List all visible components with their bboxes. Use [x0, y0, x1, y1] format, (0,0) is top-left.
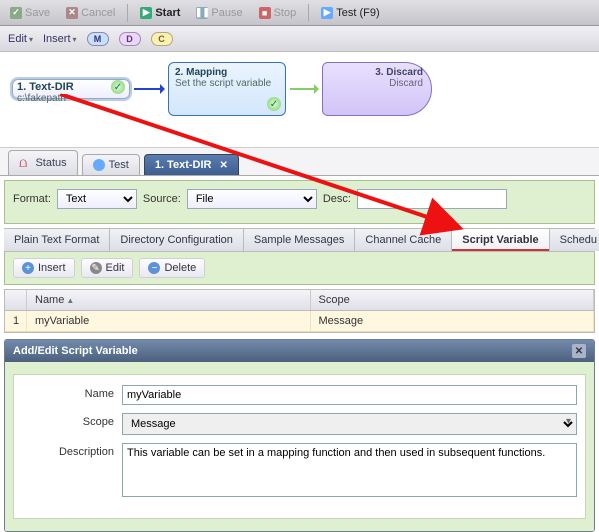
table-row[interactable]: 1 myVariable Message — [5, 311, 594, 332]
tab-text-dir[interactable]: 1. Text-DIR✕ — [144, 154, 239, 175]
tab-plain-text[interactable]: Plain Text Format — [4, 229, 110, 251]
play-icon: ▶ — [140, 7, 152, 19]
edit-button[interactable]: ✎Edit — [81, 258, 134, 278]
tab-channel-cache[interactable]: Channel Cache — [355, 229, 452, 251]
cell-scope: Message — [311, 311, 595, 331]
flow-canvas: 1. Text-DIR c:\fakepath ✓ 2. Mapping Set… — [0, 52, 599, 148]
node-subtitle: Discard — [331, 78, 423, 89]
node-subtitle: Set the script variable — [175, 78, 279, 89]
pause-icon: ❚❚ — [196, 7, 208, 19]
stop-icon: ■ — [259, 7, 271, 19]
sub-tabs: Plain Text Format Directory Configuratio… — [4, 228, 595, 252]
tab-status[interactable]: ⩍Status — [8, 150, 78, 175]
test-icon: ▶ — [321, 7, 333, 19]
cancel-button[interactable]: ✕Cancel — [60, 5, 121, 21]
close-icon[interactable]: ✕ — [572, 344, 586, 358]
desc-label: Desc: — [323, 193, 351, 205]
circle-icon — [93, 159, 105, 171]
dialog-titlebar[interactable]: Add/Edit Script Variable ✕ — [5, 340, 594, 362]
stop-button[interactable]: ■Stop — [253, 5, 303, 21]
tab-script-variable[interactable]: Script Variable — [452, 229, 549, 251]
tab-test[interactable]: Test — [82, 154, 140, 175]
name-label: Name — [22, 385, 122, 400]
source-select[interactable]: File — [187, 189, 317, 209]
pulse-icon: ⩍ — [19, 155, 27, 171]
pencil-icon: ✎ — [90, 262, 102, 274]
pill-m[interactable]: M — [87, 32, 109, 46]
scope-select[interactable]: Message — [122, 413, 577, 435]
plus-icon: + — [22, 262, 34, 274]
tab-sample-messages[interactable]: Sample Messages — [244, 229, 356, 251]
sort-asc-icon: ▲ — [66, 296, 74, 305]
close-icon[interactable]: ✕ — [219, 160, 227, 171]
test-button[interactable]: ▶Test (F9) — [315, 5, 385, 21]
node-subtitle: c:\fakepath — [17, 93, 125, 104]
edit-toolbar: Edit▾ Insert▾ M D C — [0, 26, 599, 52]
insert-menu[interactable]: Insert▾ — [43, 33, 77, 45]
node-title: 2. Mapping — [175, 67, 279, 78]
cell-name: myVariable — [27, 311, 311, 331]
check-icon: ✓ — [267, 97, 281, 111]
node-title: 1. Text-DIR — [17, 81, 125, 93]
delete-button[interactable]: −Delete — [139, 258, 205, 278]
arrow-icon — [134, 88, 164, 90]
start-button[interactable]: ▶Start — [134, 5, 186, 21]
scope-label: Scope — [22, 413, 122, 428]
pause-button[interactable]: ❚❚Pause — [190, 5, 248, 21]
minus-icon: − — [148, 262, 160, 274]
cancel-icon: ✕ — [66, 7, 78, 19]
config-panel: Format: Text Source: File Desc: — [4, 180, 595, 224]
name-input[interactable] — [122, 385, 577, 405]
node-mapping[interactable]: 2. Mapping Set the script variable ✓ — [168, 62, 286, 116]
description-textarea[interactable] — [122, 443, 577, 497]
node-discard[interactable]: 3. Discard Discard — [322, 62, 432, 116]
node-text-dir[interactable]: 1. Text-DIR c:\fakepath ✓ — [12, 79, 130, 99]
tab-schedule[interactable]: Schedu — [550, 229, 599, 251]
save-icon: ✓ — [10, 7, 22, 19]
col-scope[interactable]: Scope — [311, 290, 595, 310]
variables-grid: Name▲ Scope 1 myVariable Message — [4, 289, 595, 333]
grid-toolbar: +Insert ✎Edit −Delete — [4, 252, 595, 285]
dialog-title: Add/Edit Script Variable — [13, 345, 138, 357]
save-button[interactable]: ✓Save — [4, 5, 56, 21]
pill-d[interactable]: D — [119, 32, 141, 46]
pill-c[interactable]: C — [151, 32, 173, 46]
node-title: 3. Discard — [331, 67, 423, 78]
view-tabs: ⩍Status Test 1. Text-DIR✕ — [0, 148, 599, 176]
source-label: Source: — [143, 193, 181, 205]
add-edit-dialog: Add/Edit Script Variable ✕ Name Scope Me… — [4, 339, 595, 532]
col-rownum[interactable] — [5, 290, 27, 310]
main-toolbar: ✓Save ✕Cancel ▶Start ❚❚Pause ■Stop ▶Test… — [0, 0, 599, 26]
tab-directory-config[interactable]: Directory Configuration — [110, 229, 244, 251]
description-label: Description — [22, 443, 122, 458]
desc-input[interactable] — [357, 189, 507, 209]
arrow-icon — [290, 88, 318, 90]
format-select[interactable]: Text — [57, 189, 137, 209]
row-number: 1 — [5, 311, 27, 331]
col-name[interactable]: Name▲ — [27, 290, 311, 310]
check-icon: ✓ — [111, 80, 125, 94]
edit-menu[interactable]: Edit▾ — [8, 33, 33, 45]
insert-button[interactable]: +Insert — [13, 258, 75, 278]
format-label: Format: — [13, 193, 51, 205]
